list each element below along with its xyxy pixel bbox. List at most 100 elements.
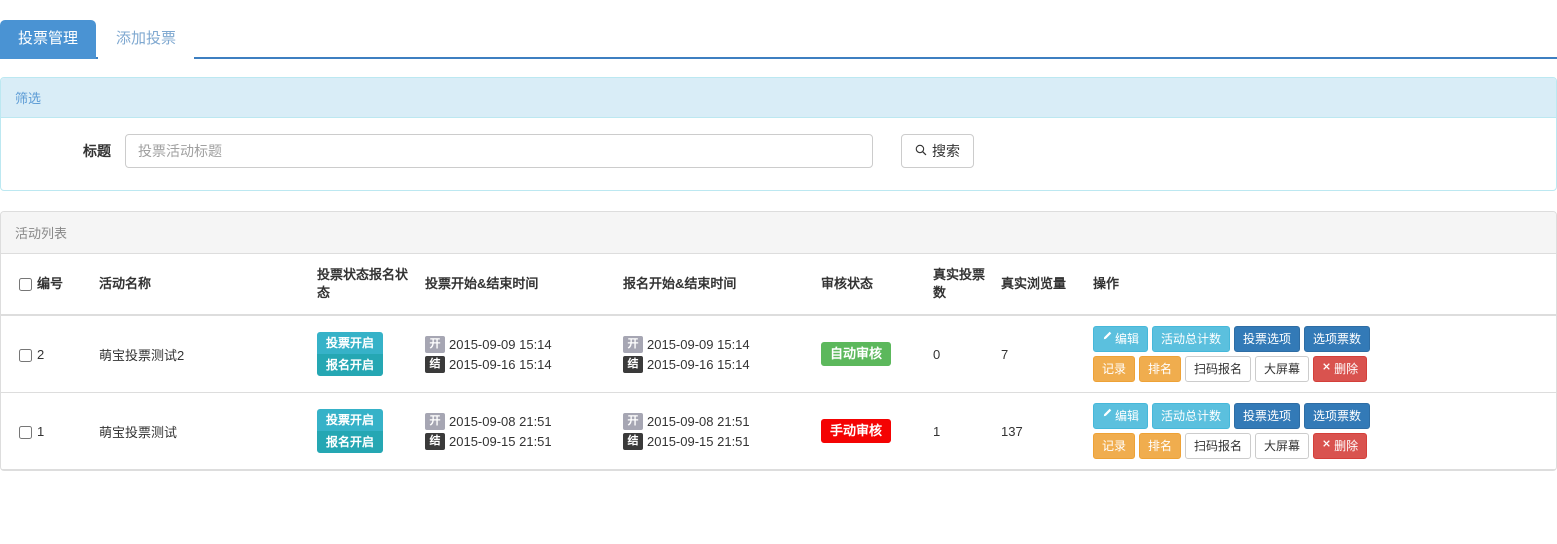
registration-start-row: 开 2015-09-09 15:14 xyxy=(623,335,805,353)
row-select-checkbox[interactable] xyxy=(19,425,32,439)
state-badge-stack: 投票开启 报名开启 xyxy=(317,409,383,453)
activity-table-body: 2 萌宝投票测试2 投票开启 报名开启 开 2015-09-09 15:14 结… xyxy=(1,315,1556,470)
action-button-选项票数[interactable]: 选项票数 xyxy=(1304,326,1371,352)
action-button-删除[interactable]: 删除 xyxy=(1313,356,1368,382)
action-button-label: 编辑 xyxy=(1115,409,1140,423)
filter-panel: 筛选 标题 搜索 xyxy=(0,77,1557,191)
action-button-删除[interactable]: 删除 xyxy=(1313,433,1368,459)
cell-id: 2 xyxy=(29,315,91,393)
cell-real-votes: 1 xyxy=(925,392,993,470)
registration-end-row: 结 2015-09-15 21:51 xyxy=(623,432,805,450)
column-header-actions: 操作 xyxy=(1085,254,1556,316)
cell-audit: 手动审核 xyxy=(813,392,925,470)
pencil-icon xyxy=(1102,408,1112,424)
column-header-name: 活动名称 xyxy=(91,254,309,316)
action-button-记录[interactable]: 记录 xyxy=(1093,356,1136,382)
cell-actions: 编辑 活动总计数 投票选项 选项票数记录 排名 扫码报名 大屏幕 删除 xyxy=(1085,315,1556,393)
end-tag: 结 xyxy=(425,432,445,450)
start-tag: 开 xyxy=(425,335,445,353)
vote-end-time: 2015-09-15 21:51 xyxy=(449,433,552,449)
action-button-label: 活动总计数 xyxy=(1161,409,1222,423)
vote-start-time: 2015-09-08 21:51 xyxy=(449,413,552,429)
action-button-label: 投票选项 xyxy=(1243,409,1292,423)
registration-start-time: 2015-09-09 15:14 xyxy=(647,336,750,352)
action-button-label: 删除 xyxy=(1334,362,1359,376)
pencil-icon xyxy=(1102,331,1112,347)
row-select-cell xyxy=(1,392,32,470)
tab-add-vote[interactable]: 添加投票 xyxy=(98,20,195,59)
action-button-活动总计数[interactable]: 活动总计数 xyxy=(1152,403,1231,429)
registration-time-rows: 开 2015-09-09 15:14 结 2015-09-16 15:14 xyxy=(623,335,805,373)
action-button-排名[interactable]: 排名 xyxy=(1139,433,1182,459)
cell-real-votes: 0 xyxy=(925,315,993,393)
row-select-checkbox[interactable] xyxy=(19,348,32,362)
filter-panel-title: 筛选 xyxy=(1,78,1556,118)
action-button-编辑[interactable]: 编辑 xyxy=(1093,326,1149,352)
status-badge-registration: 报名开启 xyxy=(317,354,383,376)
action-button-投票选项[interactable]: 投票选项 xyxy=(1234,403,1301,429)
cell-activity-name: 萌宝投票测试2 xyxy=(91,315,309,393)
tab-label: 添加投票 xyxy=(116,30,177,47)
action-button-活动总计数[interactable]: 活动总计数 xyxy=(1152,326,1231,352)
table-header-row: 编号 活动名称 投票状态报名状态 投票开始&结束时间 报名开始&结束时间 审核状… xyxy=(1,254,1556,316)
registration-start-row: 开 2015-09-08 21:51 xyxy=(623,412,805,430)
vote-end-time: 2015-09-16 15:14 xyxy=(449,356,552,372)
vote-time-rows: 开 2015-09-08 21:51 结 2015-09-15 21:51 xyxy=(425,412,607,450)
cell-real-views: 7 xyxy=(993,315,1085,393)
registration-time-rows: 开 2015-09-08 21:51 结 2015-09-15 21:51 xyxy=(623,412,805,450)
table-row: 1 萌宝投票测试 投票开启 报名开启 开 2015-09-08 21:51 结 … xyxy=(1,392,1556,470)
action-button-扫码报名[interactable]: 扫码报名 xyxy=(1185,433,1252,459)
start-tag: 开 xyxy=(623,412,643,430)
cell-vote-time: 开 2015-09-09 15:14 结 2015-09-16 15:14 xyxy=(417,315,615,393)
action-button-扫码报名[interactable]: 扫码报名 xyxy=(1185,356,1252,382)
column-header-regtime: 报名开始&结束时间 xyxy=(615,254,813,316)
column-header-votes: 真实投票数 xyxy=(925,254,993,316)
action-button-label: 删除 xyxy=(1334,439,1359,453)
column-header-votetime: 投票开始&结束时间 xyxy=(417,254,615,316)
vote-start-time: 2015-09-09 15:14 xyxy=(449,336,552,352)
cell-id: 1 xyxy=(29,392,91,470)
action-button-label: 大屏幕 xyxy=(1264,439,1301,453)
start-tag: 开 xyxy=(425,412,445,430)
cell-real-views: 137 xyxy=(993,392,1085,470)
select-all-checkbox[interactable] xyxy=(19,278,32,292)
tab-vote-management[interactable]: 投票管理 xyxy=(0,20,97,59)
cell-registration-time: 开 2015-09-09 15:14 结 2015-09-16 15:14 xyxy=(615,315,813,393)
page-container: 投票管理 添加投票 筛选 标题 搜索 xyxy=(0,0,1557,471)
column-header-state: 投票状态报名状态 xyxy=(309,254,417,316)
action-button-排名[interactable]: 排名 xyxy=(1139,356,1182,382)
action-button-label: 扫码报名 xyxy=(1194,362,1243,376)
action-button-大屏幕[interactable]: 大屏幕 xyxy=(1255,433,1310,459)
action-button-label: 活动总计数 xyxy=(1161,332,1222,346)
cell-registration-time: 开 2015-09-08 21:51 结 2015-09-15 21:51 xyxy=(615,392,813,470)
status-badge-vote: 投票开启 xyxy=(317,409,383,431)
action-button-label: 编辑 xyxy=(1115,332,1140,346)
action-button-大屏幕[interactable]: 大屏幕 xyxy=(1255,356,1310,382)
search-button[interactable]: 搜索 xyxy=(901,134,974,168)
title-search-input[interactable] xyxy=(125,134,873,168)
action-button-选项票数[interactable]: 选项票数 xyxy=(1304,403,1371,429)
vote-start-row: 开 2015-09-08 21:51 xyxy=(425,412,607,430)
registration-end-row: 结 2015-09-16 15:14 xyxy=(623,355,805,373)
cell-activity-name: 萌宝投票测试 xyxy=(91,392,309,470)
activity-list-title: 活动列表 xyxy=(1,212,1556,254)
tab-bar: 投票管理 添加投票 xyxy=(0,0,1557,59)
action-button-label: 排名 xyxy=(1148,439,1173,453)
activity-table: 编号 活动名称 投票状态报名状态 投票开始&结束时间 报名开始&结束时间 审核状… xyxy=(1,254,1556,470)
action-button-投票选项[interactable]: 投票选项 xyxy=(1234,326,1301,352)
action-button-编辑[interactable]: 编辑 xyxy=(1093,403,1149,429)
registration-end-time: 2015-09-15 21:51 xyxy=(647,433,750,449)
cell-vote-time: 开 2015-09-08 21:51 结 2015-09-15 21:51 xyxy=(417,392,615,470)
filter-panel-body: 标题 搜索 xyxy=(1,118,1556,190)
action-button-label: 排名 xyxy=(1148,362,1173,376)
start-tag: 开 xyxy=(623,335,643,353)
remove-icon xyxy=(1322,438,1331,454)
cell-actions: 编辑 活动总计数 投票选项 选项票数记录 排名 扫码报名 大屏幕 删除 xyxy=(1085,392,1556,470)
action-button-记录[interactable]: 记录 xyxy=(1093,433,1136,459)
cell-state: 投票开启 报名开启 xyxy=(309,315,417,393)
vote-end-row: 结 2015-09-16 15:14 xyxy=(425,355,607,373)
cell-audit: 自动审核 xyxy=(813,315,925,393)
action-button-label: 记录 xyxy=(1102,439,1127,453)
end-tag: 结 xyxy=(425,355,445,373)
vote-time-rows: 开 2015-09-09 15:14 结 2015-09-16 15:14 xyxy=(425,335,607,373)
